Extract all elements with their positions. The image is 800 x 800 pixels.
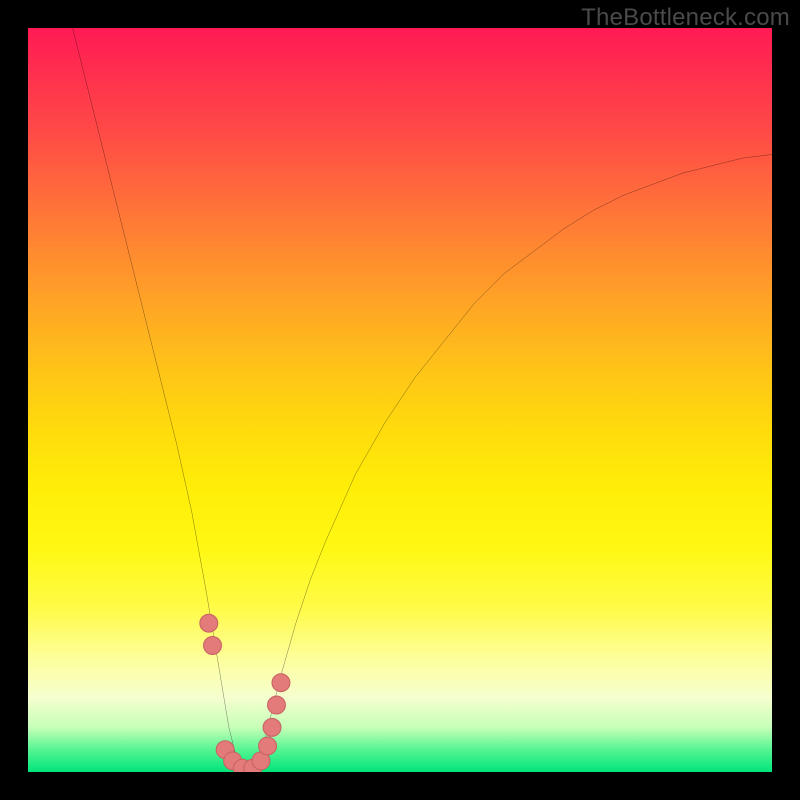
data-point [259,737,277,755]
data-point [268,696,286,714]
data-point [272,674,290,692]
chart-frame: TheBottleneck.com [0,0,800,800]
plot-area [28,28,772,772]
data-point [200,614,218,632]
dots-layer [28,28,772,772]
watermark-text: TheBottleneck.com [581,4,790,32]
data-point [263,718,281,736]
data-point [204,637,222,655]
